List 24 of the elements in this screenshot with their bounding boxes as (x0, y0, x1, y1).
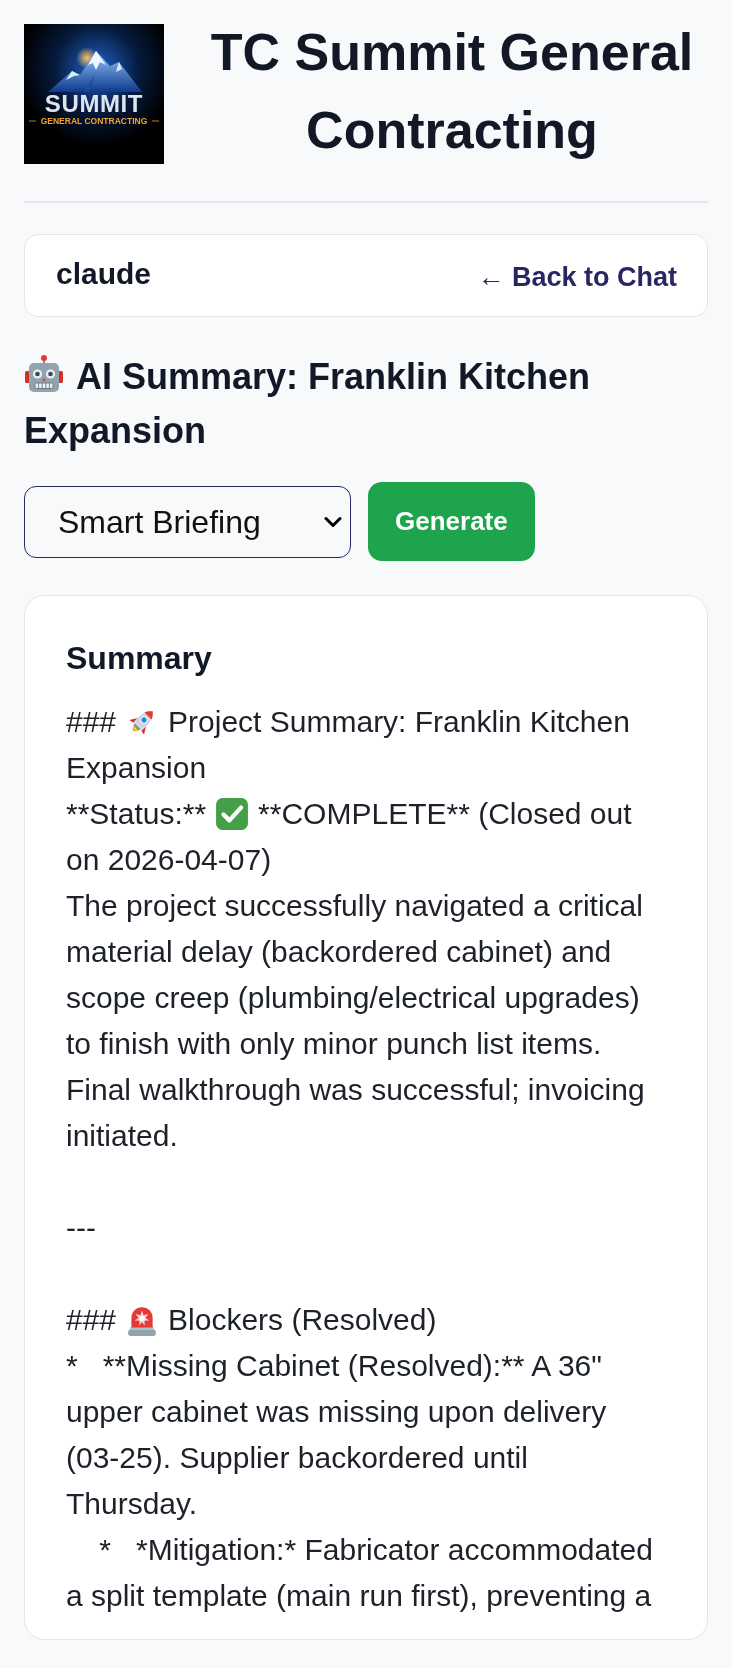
briefing-type-select[interactable]: Smart Briefing (24, 485, 351, 558)
summary-text: * *Mitigation:* Fabricator accommodated a split template (main run first), preventing a (66, 1532, 654, 1615)
page-heading: Expansion (24, 410, 207, 451)
summary-text: **COMPLETE** (Closed out (258, 797, 632, 831)
summary-title: Summary (66, 639, 213, 678)
summary-text: --- (66, 1210, 97, 1247)
summary-text: on 2026-04-07) (66, 842, 273, 879)
page-heading: AI Summary: Franklin Kitchen (76, 356, 591, 397)
logo-wordmark: SUMMIT (44, 90, 144, 117)
mountain-icon (48, 47, 142, 92)
summary-text: **Status:** (66, 797, 207, 831)
summary-text: Blockers (Resolved) (168, 1303, 437, 1337)
username: claude (56, 256, 152, 292)
summary-text: The project successfully navigated a critical material delay (backordered cabinet) and scope creep (plumbing/electrical upgrades) to finish with only minor punch list items. Final walkthrough was successful; invoicing initiated. (66, 888, 646, 1155)
robot-icon (24, 354, 64, 394)
summary-text: ### (66, 1303, 117, 1337)
summary-text: Expansion (66, 750, 208, 787)
company-title: TC Summit General Contracting (209, 22, 695, 161)
summary-text: ### (66, 705, 117, 739)
check-icon (214, 797, 251, 832)
logo-tagline: GENERAL CONTRACTING (40, 116, 148, 126)
summary-text: * **Missing Cabinet (Resolved):** A 36" upper cabinet was missing upon delivery (03-25). Supplier backordered until Thursday. (66, 1348, 608, 1523)
back-to-chat-link[interactable]: ← Back to Chat (477, 260, 677, 293)
summary-text: Project Summary: Franklin Kitchen (168, 705, 630, 739)
